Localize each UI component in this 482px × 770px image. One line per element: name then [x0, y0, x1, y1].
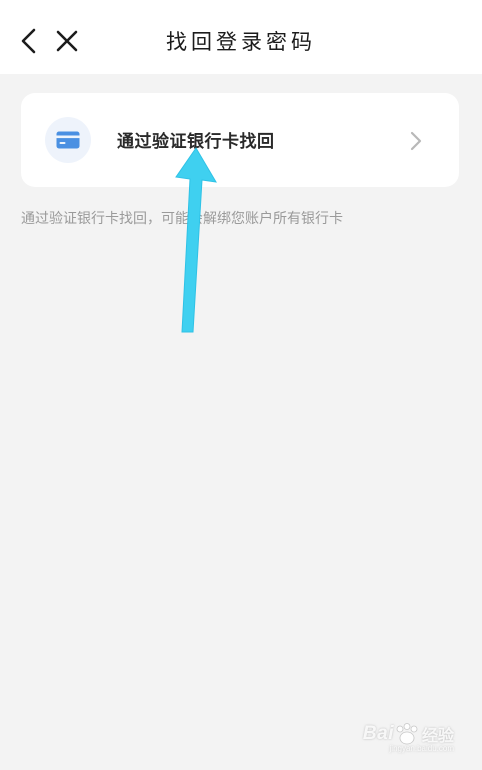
bank-card-icon-wrap [45, 117, 91, 163]
watermark-brand: Bai [362, 723, 394, 744]
header-bar: 找回登录密码 [0, 0, 482, 74]
watermark-url: jingyan.baidu.com [389, 744, 454, 753]
recovery-hint-text: 通过验证银行卡找回，可能会解绑您账户所有银行卡 [21, 211, 343, 227]
bank-card-icon [56, 131, 80, 149]
watermark-brand-suffix: 经验 [421, 728, 454, 745]
chevron-right-icon [410, 131, 422, 151]
page-title: 找回登录密码 [166, 30, 316, 54]
paw-logo-icon [396, 723, 418, 745]
recovery-option-label: 通过验证银行卡找回 [117, 132, 275, 152]
bank-card-recovery-option[interactable]: 通过验证银行卡找回 [21, 93, 459, 187]
baidu-watermark: Bai 经验 jingyan.baidu.com [362, 722, 454, 753]
